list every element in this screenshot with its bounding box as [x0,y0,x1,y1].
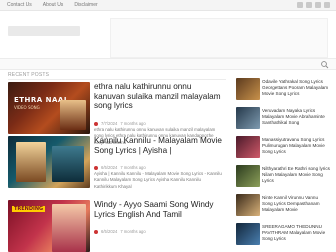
post-date: 6/5/2024 [101,165,118,170]
post-title[interactable]: Windy - Ayyo Saami Song Windy Lyrics Eng… [94,200,224,219]
top-link-contact[interactable]: Contact Us [7,2,32,8]
header-ad-slot [110,18,328,58]
site-logo[interactable] [8,26,80,36]
poster-image [16,142,46,182]
sidebar-post-thumbnail[interactable] [236,194,260,216]
social-icons [297,2,330,8]
post-title[interactable]: ethra nalu kathirunnu onnu kanuvan sulai… [94,82,224,111]
top-link-about[interactable]: About Us [43,2,64,8]
top-bar: Contact Us About Us Disclaimer [0,0,336,11]
sidebar-post-thumbnail[interactable] [236,78,260,100]
author-icon [94,121,98,126]
sidebar-post-thumbnail[interactable] [236,107,260,129]
search-icon[interactable] [320,60,330,69]
post-ago: 7 months ago [120,121,146,126]
section-divider [8,79,226,80]
post-meta: 6/5/2024 7 months ago [94,229,146,234]
post-meta: 6/5/2024 7 months ago [94,165,146,170]
thumbnail-badge: TRENDING [12,206,46,212]
post-meta: 7/7/2024 7 months ago [94,121,146,126]
post-title[interactable]: Kannilu Kannilu - Malayalam Movie Song L… [94,136,224,155]
poster-image [60,100,86,130]
sidebar-post-title[interactable]: Veruvadam Nayaka Lyrics Malayalam Movie … [262,108,330,125]
post-card[interactable]: ETHRA NAAL VIDEO SONG ethra nalu kathiru… [8,82,226,145]
youtube-icon[interactable] [324,2,330,8]
section-title: RECENT POSTS [8,72,50,78]
sidebar-post-title[interactable]: Odavile Yathrakal Song Lyrics Georgettan… [262,79,330,96]
post-card[interactable]: TRENDING Windy - Ayyo Saami Song Windy L… [8,200,226,252]
instagram-icon[interactable] [315,2,321,8]
post-thumbnail[interactable]: ETHRA NAAL VIDEO SONG [8,82,90,134]
sidebar-post-thumbnail[interactable] [236,223,260,245]
top-link-disclaimer[interactable]: Disclaimer [74,2,97,8]
sidebar-post-thumbnail[interactable] [236,136,260,158]
sidebar-post[interactable]: Nilthyarathri Ee Rathri song lyrics Nila… [236,165,330,193]
sidebar-post-title[interactable]: Nilthyarathri Ee Rathri song lyrics Nila… [262,166,330,183]
post-date: 6/5/2024 [101,229,118,234]
sidebar-post[interactable]: Odavile Yathrakal Song Lyrics Georgettan… [236,78,330,106]
post-thumbnail[interactable]: TRENDING [8,200,90,252]
thumbnail-subtitle: VIDEO SONG [14,105,40,110]
sidebar-post[interactable]: SREERAGAMO THEDUNNU PAVITHRAM Malayalam … [236,223,330,251]
sidebar-post[interactable]: Veruvadam Nayaka Lyrics Malayalam Movie … [236,107,330,135]
twitter-icon[interactable] [306,2,312,8]
sidebar-post-thumbnail[interactable] [236,165,260,187]
poster-image [52,204,86,252]
sidebar-post[interactable]: Ninte Kannil Virunnu Vannu Song Lyrics D… [236,194,330,222]
sidebar-post-title[interactable]: Ninte Kannil Virunnu Vannu Song Lyrics D… [262,195,330,212]
author-icon [94,165,98,170]
sidebar-post[interactable]: Manassiyutravanu Song Lyrics Pulimurugan… [236,136,330,164]
sidebar-post-title[interactable]: SREERAGAMO THEDUNNU PAVITHRAM Malayalam … [262,224,330,241]
post-ago: 7 months ago [120,229,146,234]
post-date: 7/7/2024 [101,121,118,126]
poster-image [52,146,84,182]
sidebar-post-title[interactable]: Manassiyutravanu Song Lyrics Pulimurugan… [262,137,330,154]
post-excerpt: Ayisha | Kannilu Kannilu - Malayalam Mov… [94,171,222,189]
site-header [0,12,336,64]
post-thumbnail[interactable] [8,136,90,188]
main-nav [0,58,336,70]
author-icon [94,229,98,234]
top-links: Contact Us About Us Disclaimer [7,2,98,8]
post-ago: 7 months ago [120,165,146,170]
facebook-icon[interactable] [297,2,303,8]
post-card[interactable]: Kannilu Kannilu - Malayalam Movie Song L… [8,136,226,189]
